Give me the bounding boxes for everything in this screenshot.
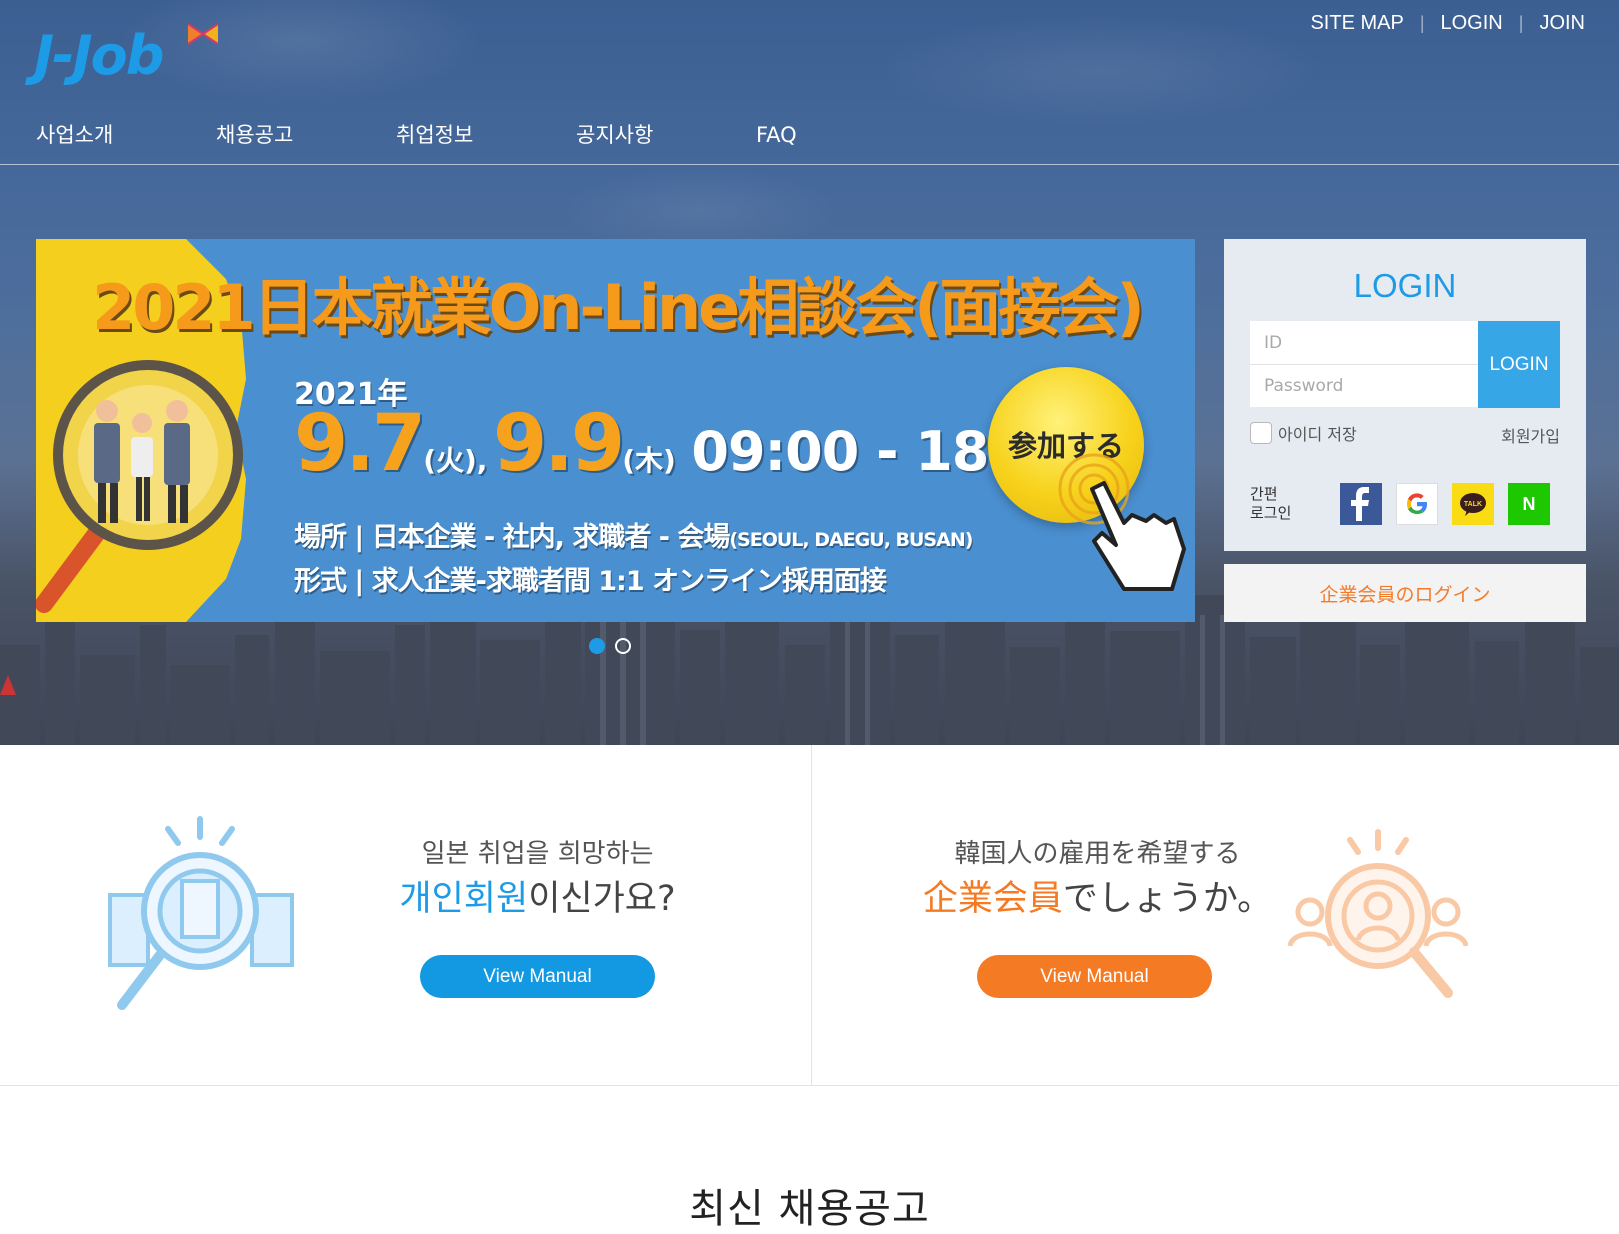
- promo-banner[interactable]: 2021日本就業On-Line相談会(面接会) 2021年 9.7(火), 9.…: [36, 239, 1195, 622]
- utility-nav: SITE MAP | LOGIN | JOIN: [1310, 12, 1585, 35]
- save-id-label: 아이디 저장: [1278, 425, 1357, 444]
- banner-date-2: 9.9: [493, 399, 625, 489]
- banner-place: 場所 | 日本企業 - 社内, 求職者 - 会場(SEOUL, DAEGU, B…: [294, 515, 973, 554]
- member-type-section: 일본 취업을 희망하는 개인회원이신가요? View Manual 韓国人の雇用…: [0, 745, 1619, 1086]
- util-separator: |: [1518, 13, 1524, 33]
- banner-dow-2: (木): [622, 444, 676, 477]
- main-nav: 사업소개 채용공고 취업정보 공지사항 FAQ: [36, 118, 936, 152]
- naver-icon: N: [1522, 493, 1536, 514]
- site-map-link[interactable]: SITE MAP: [1310, 12, 1403, 35]
- personal-question-line1: 일본 취업을 희망하는: [421, 839, 654, 869]
- save-id-checkbox[interactable]: 아이디 저장: [1250, 421, 1357, 445]
- login-submit-button[interactable]: LOGIN: [1478, 321, 1560, 408]
- building-search-icon: [108, 816, 294, 1010]
- password-input[interactable]: [1250, 364, 1478, 407]
- carousel-indicators: [589, 638, 631, 654]
- kakaotalk-icon: TALK: [1460, 493, 1486, 516]
- login-inputs: [1250, 321, 1478, 407]
- facebook-icon: [1351, 487, 1369, 521]
- checkbox-box[interactable]: [1250, 422, 1272, 444]
- easy-login-label: 간편 로그인: [1250, 485, 1292, 522]
- svg-text:TALK: TALK: [1464, 501, 1482, 508]
- member-divider: [811, 745, 812, 1085]
- nav-item-jobs[interactable]: 채용공고: [216, 118, 396, 152]
- kakaotalk-login-button[interactable]: TALK: [1452, 483, 1494, 525]
- carousel-dot-2[interactable]: [615, 638, 631, 654]
- corporate-highlight: 企業会員: [922, 879, 1063, 919]
- carousel-dot-1[interactable]: [589, 638, 605, 654]
- magnifier-people-illustration: [36, 360, 243, 613]
- banner-date-1: 9.7: [294, 399, 426, 489]
- google-login-button[interactable]: [1396, 483, 1438, 525]
- corporate-login-button[interactable]: 企業会員のログイン: [1224, 564, 1586, 622]
- id-input[interactable]: [1250, 321, 1478, 364]
- personal-view-manual-button[interactable]: View Manual: [420, 955, 655, 998]
- banner-place-label: 場所 | 日本企業 - 社内, 求職者 - 会場: [294, 522, 730, 553]
- nav-item-notices[interactable]: 공지사항: [576, 118, 756, 152]
- naver-login-button[interactable]: N: [1508, 483, 1550, 525]
- corporate-member-text: 韓国人の雇用を希望する 企業会員でしょうか。: [905, 837, 1290, 923]
- pointing-hand-icon: [1058, 453, 1186, 591]
- corporate-question-line2: 企業会員でしょうか。: [905, 875, 1290, 923]
- people-search-icon: [1288, 829, 1468, 998]
- j-job-logo[interactable]: J-Job: [34, 23, 219, 88]
- google-icon: [1407, 493, 1427, 514]
- login-link[interactable]: LOGIN: [1441, 12, 1503, 35]
- personal-member-text: 일본 취업을 희망하는 개인회원이신가요?: [360, 837, 715, 923]
- personal-question-rest: 이신가요?: [528, 879, 676, 919]
- corporate-question-rest: でしょうか。: [1062, 879, 1273, 919]
- login-panel: LOGIN LOGIN 아이디 저장 회원가입 간편로그인: [1224, 239, 1586, 551]
- banner-place-cities: (SEOUL, DAEGU, BUSAN): [729, 529, 973, 551]
- personal-highlight: 개인회원: [399, 879, 529, 919]
- banner-dates: 9.7(火), 9.9(木) 09:00 - 18:00: [294, 399, 1083, 489]
- corporate-view-manual-button[interactable]: View Manual: [977, 955, 1212, 998]
- signup-link[interactable]: 회원가입: [1501, 423, 1560, 447]
- logo-text: J-Job: [34, 24, 164, 87]
- nav-item-faq[interactable]: FAQ: [756, 118, 936, 152]
- personal-question-line2: 개인회원이신가요?: [360, 875, 715, 923]
- corporate-question-line1: 韓国人の雇用を希望する: [954, 839, 1241, 869]
- social-login-buttons: TALK N: [1340, 483, 1550, 525]
- logo-mark-icon: [187, 23, 219, 45]
- nav-item-about[interactable]: 사업소개: [36, 118, 216, 152]
- login-title: LOGIN: [1353, 267, 1457, 304]
- banner-dow-1: (火),: [423, 444, 488, 477]
- banner-title: 2021日本就業On-Line相談会(面接会): [92, 271, 1145, 344]
- nav-item-job-info[interactable]: 취업정보: [396, 118, 576, 152]
- nav-divider: [0, 164, 1619, 165]
- banner-format: 形式 | 求人企業-求職者間 1:1 オンライン採用面接: [294, 566, 887, 597]
- recent-jobs-title: 최신 채용공고: [689, 1186, 930, 1232]
- join-link[interactable]: JOIN: [1539, 12, 1585, 35]
- util-separator: |: [1419, 13, 1425, 33]
- facebook-login-button[interactable]: [1340, 483, 1382, 525]
